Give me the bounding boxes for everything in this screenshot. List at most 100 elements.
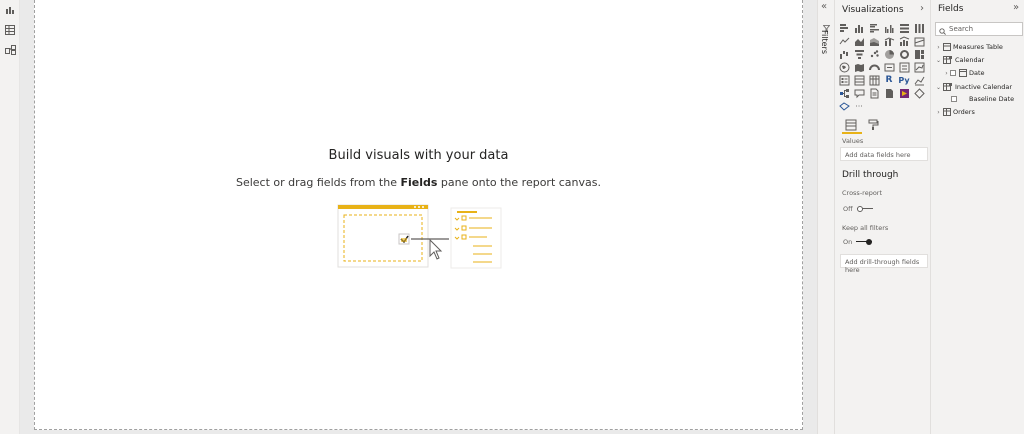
paginated-report-icon[interactable]: [883, 87, 895, 99]
field-label: Baseline Date: [969, 95, 1015, 103]
line-and-clustered-column-icon[interactable]: [898, 35, 910, 47]
table-label: Calendar: [955, 56, 985, 64]
values-section-label: Values: [842, 137, 864, 145]
line-chart-icon[interactable]: [838, 35, 850, 47]
clustered-bar-chart-icon[interactable]: [868, 22, 880, 34]
treemap-icon[interactable]: [913, 48, 925, 60]
search-input[interactable]: [949, 25, 1021, 33]
donut-chart-icon[interactable]: [898, 48, 910, 60]
keep-all-filters-label: Keep all filters: [842, 224, 889, 232]
field-checkbox[interactable]: [951, 96, 957, 102]
expand-filters-icon[interactable]: «: [821, 1, 827, 12]
chevron-right-icon[interactable]: ›: [935, 44, 942, 51]
values-drop-placeholder: Add data fields here: [845, 151, 911, 159]
table-icon: [943, 108, 951, 116]
visualizations-title: Visualizations: [842, 5, 904, 15]
stacked-column-chart-icon[interactable]: [853, 22, 865, 34]
visualizations-pane: Visualizations › R Py ··· Values Add dat…: [834, 0, 930, 434]
smart-narrative-icon[interactable]: [868, 87, 880, 99]
fields-search-box[interactable]: [935, 22, 1023, 36]
chevron-down-icon[interactable]: ⌄: [935, 84, 942, 91]
gauge-icon[interactable]: [868, 61, 880, 73]
drill-through-drop-well[interactable]: Add drill-through fields here: [840, 254, 928, 274]
keep-all-filters-state: On: [843, 238, 853, 246]
table-label: Measures Table: [953, 43, 1003, 51]
multi-row-card-icon[interactable]: [898, 61, 910, 73]
view-switcher-rail: [0, 0, 20, 434]
filled-map-icon[interactable]: [853, 61, 865, 73]
map-icon[interactable]: [838, 61, 850, 73]
more-options-glyph: ···: [855, 101, 863, 111]
format-paint-roller-icon[interactable]: [867, 116, 881, 130]
table-icon[interactable]: [853, 74, 865, 86]
kpi-icon[interactable]: [913, 61, 925, 73]
keep-all-filters-switch[interactable]: [856, 239, 873, 245]
visual-pane-tabs: [842, 114, 882, 134]
field-checkbox[interactable]: [950, 70, 956, 76]
collapse-visualizations-icon[interactable]: ›: [920, 3, 924, 14]
values-drop-well[interactable]: Add data fields here: [840, 147, 928, 161]
report-view-icon[interactable]: [3, 3, 17, 17]
matrix-icon[interactable]: [868, 74, 880, 86]
python-visual-icon[interactable]: Py: [898, 74, 910, 86]
line-and-column-chart-icon[interactable]: [883, 35, 895, 47]
funnel-chart-icon[interactable]: [853, 48, 865, 60]
date-hierarchy-icon: [959, 69, 967, 77]
field-baseline-date[interactable]: Baseline Date: [951, 93, 1014, 105]
calendar-table-icon: [943, 83, 953, 91]
fields-title: Fields: [938, 4, 964, 14]
slicer-icon[interactable]: [838, 74, 850, 86]
table-label: Inactive Calendar: [955, 83, 1013, 91]
drag-fields-illustration: [337, 204, 505, 270]
get-more-visuals-icon[interactable]: [838, 100, 850, 112]
table-measures-table[interactable]: › Measures Table: [935, 41, 1003, 53]
drill-through-placeholder: Add drill-through fields here: [845, 258, 920, 274]
field-label: Date: [969, 69, 985, 77]
cross-report-switch[interactable]: [856, 206, 873, 212]
search-icon: [939, 20, 946, 39]
r-script-visual-icon[interactable]: R: [883, 74, 895, 86]
more-options-icon[interactable]: ···: [853, 100, 865, 112]
card-icon[interactable]: [883, 61, 895, 73]
chevron-right-icon[interactable]: ›: [943, 70, 950, 77]
qa-visual-icon[interactable]: [853, 87, 865, 99]
power-automate-visual-icon[interactable]: [913, 87, 925, 99]
decomposition-tree-icon[interactable]: [838, 87, 850, 99]
field-date[interactable]: › Date: [943, 67, 985, 79]
filters-pane-collapsed: « Filters: [817, 0, 834, 434]
table-calendar[interactable]: ⌄ Calendar: [935, 54, 984, 66]
pie-chart-icon[interactable]: [883, 48, 895, 60]
data-view-icon[interactable]: [3, 23, 17, 37]
empty-canvas-instructions: Select or drag fields from the Fields pa…: [35, 176, 802, 189]
power-apps-visual-icon[interactable]: [898, 87, 910, 99]
table-orders[interactable]: › Orders: [935, 106, 975, 118]
filters-label[interactable]: Filters: [820, 30, 829, 54]
stacked-bar-chart-icon[interactable]: [838, 22, 850, 34]
keep-all-filters-toggle[interactable]: On: [843, 237, 873, 247]
clustered-column-chart-icon[interactable]: [883, 22, 895, 34]
build-visual-fields-icon[interactable]: [845, 116, 859, 131]
waterfall-chart-icon[interactable]: [838, 48, 850, 60]
cross-report-toggle[interactable]: Off: [843, 204, 873, 214]
chevron-down-icon[interactable]: ⌄: [935, 57, 942, 64]
instructions-fields-word: Fields: [400, 176, 438, 189]
scatter-chart-icon[interactable]: [868, 48, 880, 60]
table-inactive-calendar[interactable]: ⌄ Inactive Calendar: [935, 81, 1012, 93]
calendar-table-icon: [943, 56, 953, 64]
100-stacked-bar-chart-icon[interactable]: [898, 22, 910, 34]
100-stacked-column-chart-icon[interactable]: [913, 22, 925, 34]
key-influencers-icon[interactable]: [913, 74, 925, 86]
fields-pane: Fields » › Measures Table ⌄ Calendar › D…: [930, 0, 1024, 434]
chevron-right-icon[interactable]: ›: [935, 109, 942, 116]
collapse-fields-icon[interactable]: »: [1013, 2, 1019, 13]
stacked-area-chart-icon[interactable]: [868, 35, 880, 47]
area-chart-icon[interactable]: [853, 35, 865, 47]
canvas-area: Build visuals with your data Select or d…: [20, 0, 817, 434]
instructions-text-before: Select or drag fields from the: [235, 176, 397, 189]
instructions-text-after: pane onto the report canvas.: [440, 176, 602, 189]
ribbon-chart-icon[interactable]: [913, 35, 925, 47]
calculator-table-icon: [943, 43, 951, 51]
empty-canvas-title: Build visuals with your data: [328, 148, 509, 163]
model-view-icon[interactable]: [3, 43, 17, 57]
report-canvas[interactable]: Build visuals with your data Select or d…: [34, 0, 803, 430]
